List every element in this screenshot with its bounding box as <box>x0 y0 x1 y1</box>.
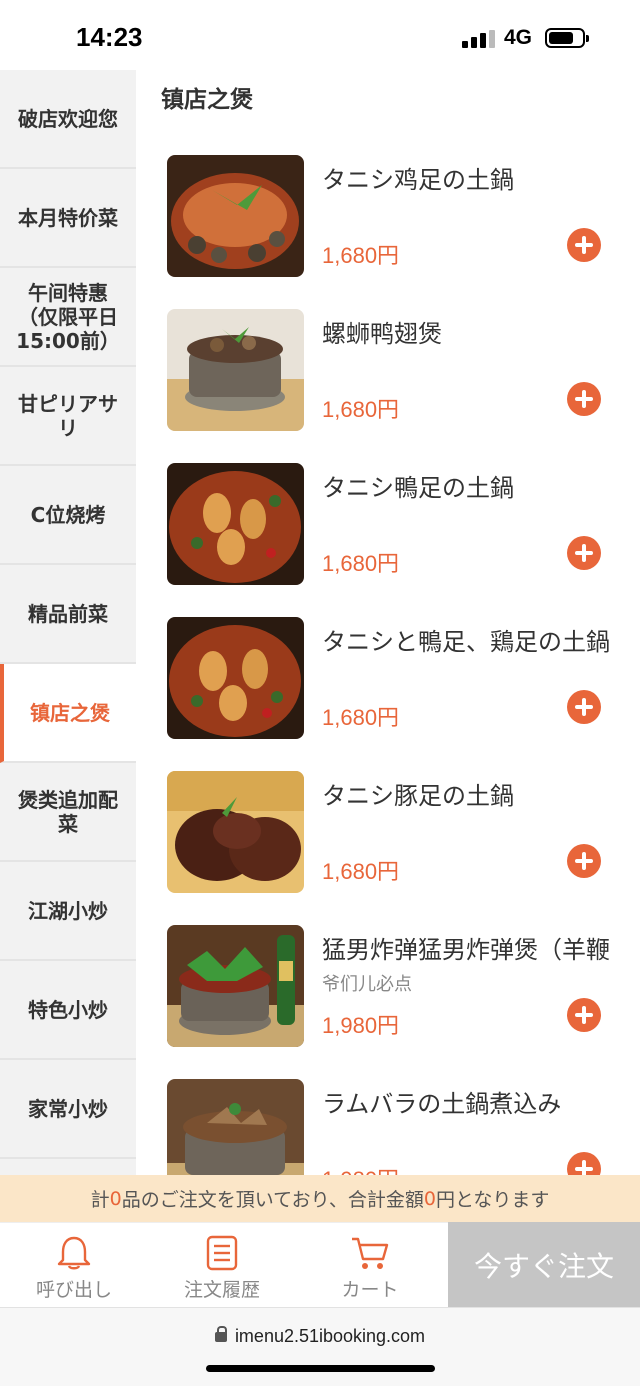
dish-name: 螺蛳鸭翅煲 <box>322 320 442 348</box>
receipt-icon <box>206 1235 238 1271</box>
sidebar-item-clams[interactable]: 甘ピリアサリ <box>0 367 136 466</box>
clock: 14:23 <box>76 22 143 52</box>
sidebar-item-lunch-special[interactable]: 午间特惠（仅限平日15:00前） <box>0 268 136 367</box>
sidebar-item-home-stir-fry[interactable]: 家常小炒 <box>0 1060 136 1159</box>
add-to-cart-button[interactable] <box>567 1152 601 1175</box>
sidebar-item-signature-pot[interactable]: 镇店之煲 <box>0 664 136 763</box>
dish-image[interactable] <box>167 155 304 277</box>
section-title: 镇店之煲 <box>161 87 253 113</box>
sidebar-item-appetizers[interactable]: 精品前菜 <box>0 565 136 664</box>
browser-url-bar[interactable]: imenu2.51ibooking.com <box>0 1307 640 1386</box>
add-to-cart-button[interactable] <box>567 998 601 1032</box>
url-display[interactable]: imenu2.51ibooking.com <box>0 1326 640 1347</box>
cart-icon <box>352 1237 389 1269</box>
signal-icon <box>462 30 496 48</box>
call-staff-label: 呼び出し <box>35 1279 112 1301</box>
battery-icon <box>545 28 589 48</box>
menu-item[interactable]: タニシ鸡足の土鍋 1,680円 <box>136 140 640 294</box>
dish-price: 1,680円 <box>322 397 400 422</box>
call-staff-tab[interactable]: 呼び出し <box>0 1223 148 1308</box>
dish-image[interactable] <box>167 925 304 1047</box>
order-now-button[interactable]: 今すぐ注文 <box>448 1222 640 1307</box>
dish-image[interactable] <box>167 617 304 739</box>
cart-tab[interactable]: カート <box>296 1223 444 1308</box>
dish-image[interactable] <box>167 1079 304 1175</box>
dish-price: 1,680円 <box>322 705 400 730</box>
add-to-cart-button[interactable] <box>567 844 601 878</box>
home-indicator[interactable] <box>206 1365 435 1372</box>
add-to-cart-button[interactable] <box>567 536 601 570</box>
dish-name: タニシ豚足の土鍋 <box>322 782 514 810</box>
sidebar-item-monthly-special[interactable]: 本月特价菜 <box>0 169 136 268</box>
add-to-cart-button[interactable] <box>567 382 601 416</box>
menu-item[interactable]: 螺蛳鸭翅煲 1,680円 <box>136 294 640 448</box>
dish-name: 猛男炸弹猛男炸弹煲（羊鞭 <box>322 936 610 964</box>
menu-item[interactable]: タニシ豚足の土鍋 1,680円 <box>136 756 640 910</box>
summary-middle: 品のご注文を頂いており、合計金額 <box>121 1189 424 1211</box>
network-type: 4G <box>504 26 533 49</box>
status-bar: 14:23 4G <box>0 0 640 70</box>
url-text: imenu2.51ibooking.com <box>234 1326 426 1346</box>
dish-name: タニシ鸡足の土鍋 <box>322 166 514 194</box>
order-history-tab[interactable]: 注文履歴 <box>148 1223 296 1308</box>
dish-price: 1,980円 <box>322 1162 399 1175</box>
menu-item[interactable]: タニシ鴨足の土鍋 1,680円 <box>136 448 640 602</box>
sidebar-item-special-stir-fry[interactable]: 特色小炒 <box>0 961 136 1060</box>
bell-icon <box>57 1236 91 1270</box>
sidebar-item-stir-fry[interactable]: 江湖小炒 <box>0 862 136 961</box>
summary-prefix: 計 <box>90 1189 110 1211</box>
summary-amount: 0 <box>423 1187 436 1210</box>
dish-tagline: 爷们儿必点 <box>322 974 412 995</box>
menu-item[interactable]: タニシと鴨足、鶏足の土鍋 1,680円 <box>136 602 640 756</box>
add-to-cart-button[interactable] <box>567 690 601 724</box>
summary-count: 0 <box>109 1187 122 1210</box>
lock-icon <box>214 1326 227 1342</box>
sidebar-item-welcome[interactable]: 破店欢迎您 <box>0 70 136 169</box>
dish-image[interactable] <box>167 309 304 431</box>
dish-price: 1,980円 <box>322 1013 400 1038</box>
sidebar-item-bbq[interactable]: C位烧烤 <box>0 466 136 565</box>
order-history-label: 注文履歴 <box>183 1279 260 1301</box>
dish-name: タニシと鴨足、鶏足の土鍋 <box>322 628 610 656</box>
dish-price: 1,680円 <box>322 243 400 268</box>
sidebar-item-pot-extras[interactable]: 煲类追加配菜 <box>0 763 136 862</box>
dish-price: 1,680円 <box>322 551 400 576</box>
dish-image[interactable] <box>167 771 304 893</box>
summary-suffix: 円となります <box>435 1189 550 1211</box>
menu-list: タニシ鸡足の土鍋 1,680円 螺蛳鸭翅煲 1,680円 タニシ鴨足の土鍋 1,… <box>136 140 640 1175</box>
order-summary: 計 0 品のご注文を頂いており、合計金額 0 円となります <box>0 1175 640 1222</box>
dish-name: タニシ鴨足の土鍋 <box>322 474 514 502</box>
menu-item[interactable]: 猛男炸弹猛男炸弹煲（羊鞭 爷们儿必点 1,980円 <box>136 910 640 1064</box>
dish-name: ラムバラの土鍋煮込み <box>322 1090 562 1118</box>
dish-image[interactable] <box>167 463 304 585</box>
dish-price: 1,680円 <box>322 859 400 884</box>
add-to-cart-button[interactable] <box>567 228 601 262</box>
category-sidebar: 破店欢迎您 本月特价菜 午间特惠（仅限平日15:00前） 甘ピリアサリ C位烧烤… <box>0 70 136 1175</box>
cart-label: カート <box>341 1279 399 1301</box>
menu-item[interactable]: ラムバラの土鍋煮込み 1,980円 <box>136 1064 640 1175</box>
